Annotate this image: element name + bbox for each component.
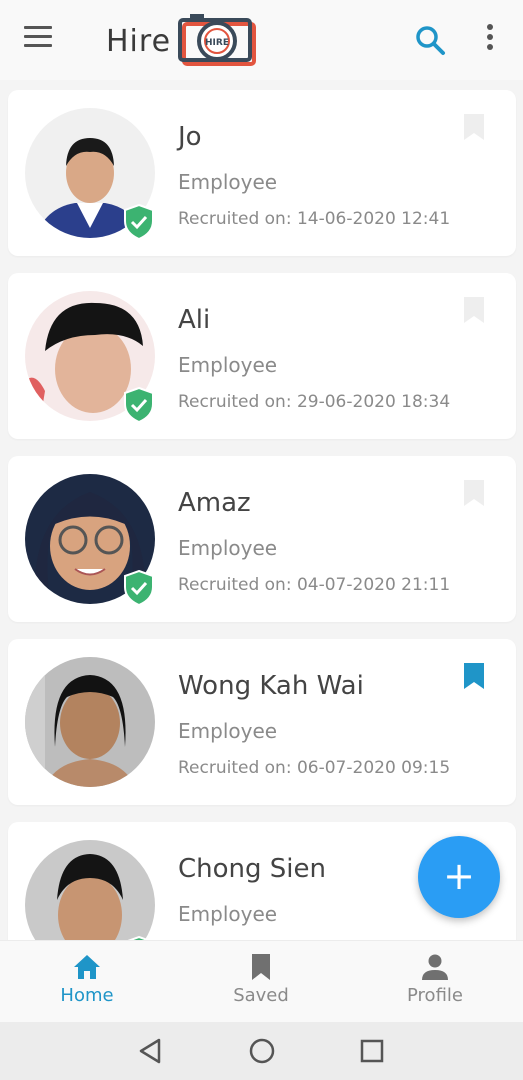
nav-home-label: Home [60,985,114,1006]
recents-square-icon[interactable] [357,1036,387,1066]
employee-role: Employee [178,536,278,560]
verified-shield-icon [124,387,154,423]
bookmark-icon-saved[interactable] [462,661,486,691]
bookmark-icon[interactable] [462,112,486,142]
recruited-date: Recruited on: 04-07-2020 21:11 [178,575,451,595]
search-button[interactable] [414,24,446,56]
bookmark-icon[interactable] [462,295,486,325]
avatar [25,840,155,940]
verified-shield-icon [124,570,154,606]
hire-logo-icon: HIRE [178,14,256,66]
add-employee-button[interactable]: + [418,836,500,918]
employee-card[interactable]: Jo Employee Recruited on: 14-06-2020 12:… [8,90,516,256]
bookmark-icon[interactable] [462,478,486,508]
employee-name: Wong Kah Wai [178,671,364,701]
bookmark-icon [252,954,270,980]
system-navigation-bar [0,1022,523,1080]
nav-home[interactable]: Home [17,951,157,1017]
person-icon [422,954,448,980]
recruited-date: Recruited on: 29-06-2020 18:34 [178,392,451,412]
employee-role: Employee [178,170,278,194]
employee-role: Employee [178,719,278,743]
employee-name: Chong Sien [178,854,326,884]
nav-saved-label: Saved [233,985,289,1006]
employee-card[interactable]: Wong Kah Wai Employee Recruited on: 06-0… [8,639,516,805]
app-bar: Hire HIRE [0,0,523,80]
logo-text: HIRE [205,38,229,48]
employee-name: Amaz [178,488,251,518]
nav-profile-label: Profile [407,985,463,1006]
recruited-date: Recruited on: 06-07-2020 09:15 [178,758,451,778]
employee-card[interactable]: Amaz Employee Recruited on: 04-07-2020 2… [8,456,516,622]
employee-role: Employee [178,353,278,377]
back-triangle-icon[interactable] [135,1036,165,1066]
nav-profile[interactable]: Profile [365,951,505,1017]
menu-button[interactable] [24,26,58,54]
employee-name: Ali [178,305,211,335]
home-circle-icon[interactable] [247,1036,277,1066]
nav-saved[interactable]: Saved [191,951,331,1017]
bottom-navigation: Home Saved Profile [0,940,523,1022]
verified-shield-icon [124,204,154,240]
more-options-button[interactable] [480,24,500,58]
recruited-date: Recruited on: 14-06-2020 12:41 [178,209,451,229]
employee-card[interactable]: Ali Employee Recruited on: 29-06-2020 18… [8,273,516,439]
brand-title: Hire [106,24,172,59]
hamburger-icon [24,26,52,29]
employee-name: Jo [178,122,202,152]
home-icon [74,955,100,979]
more-vert-icon [487,24,493,30]
employee-role: Employee [178,902,278,926]
avatar [25,657,155,787]
employee-list: Jo Employee Recruited on: 14-06-2020 12:… [0,80,523,940]
